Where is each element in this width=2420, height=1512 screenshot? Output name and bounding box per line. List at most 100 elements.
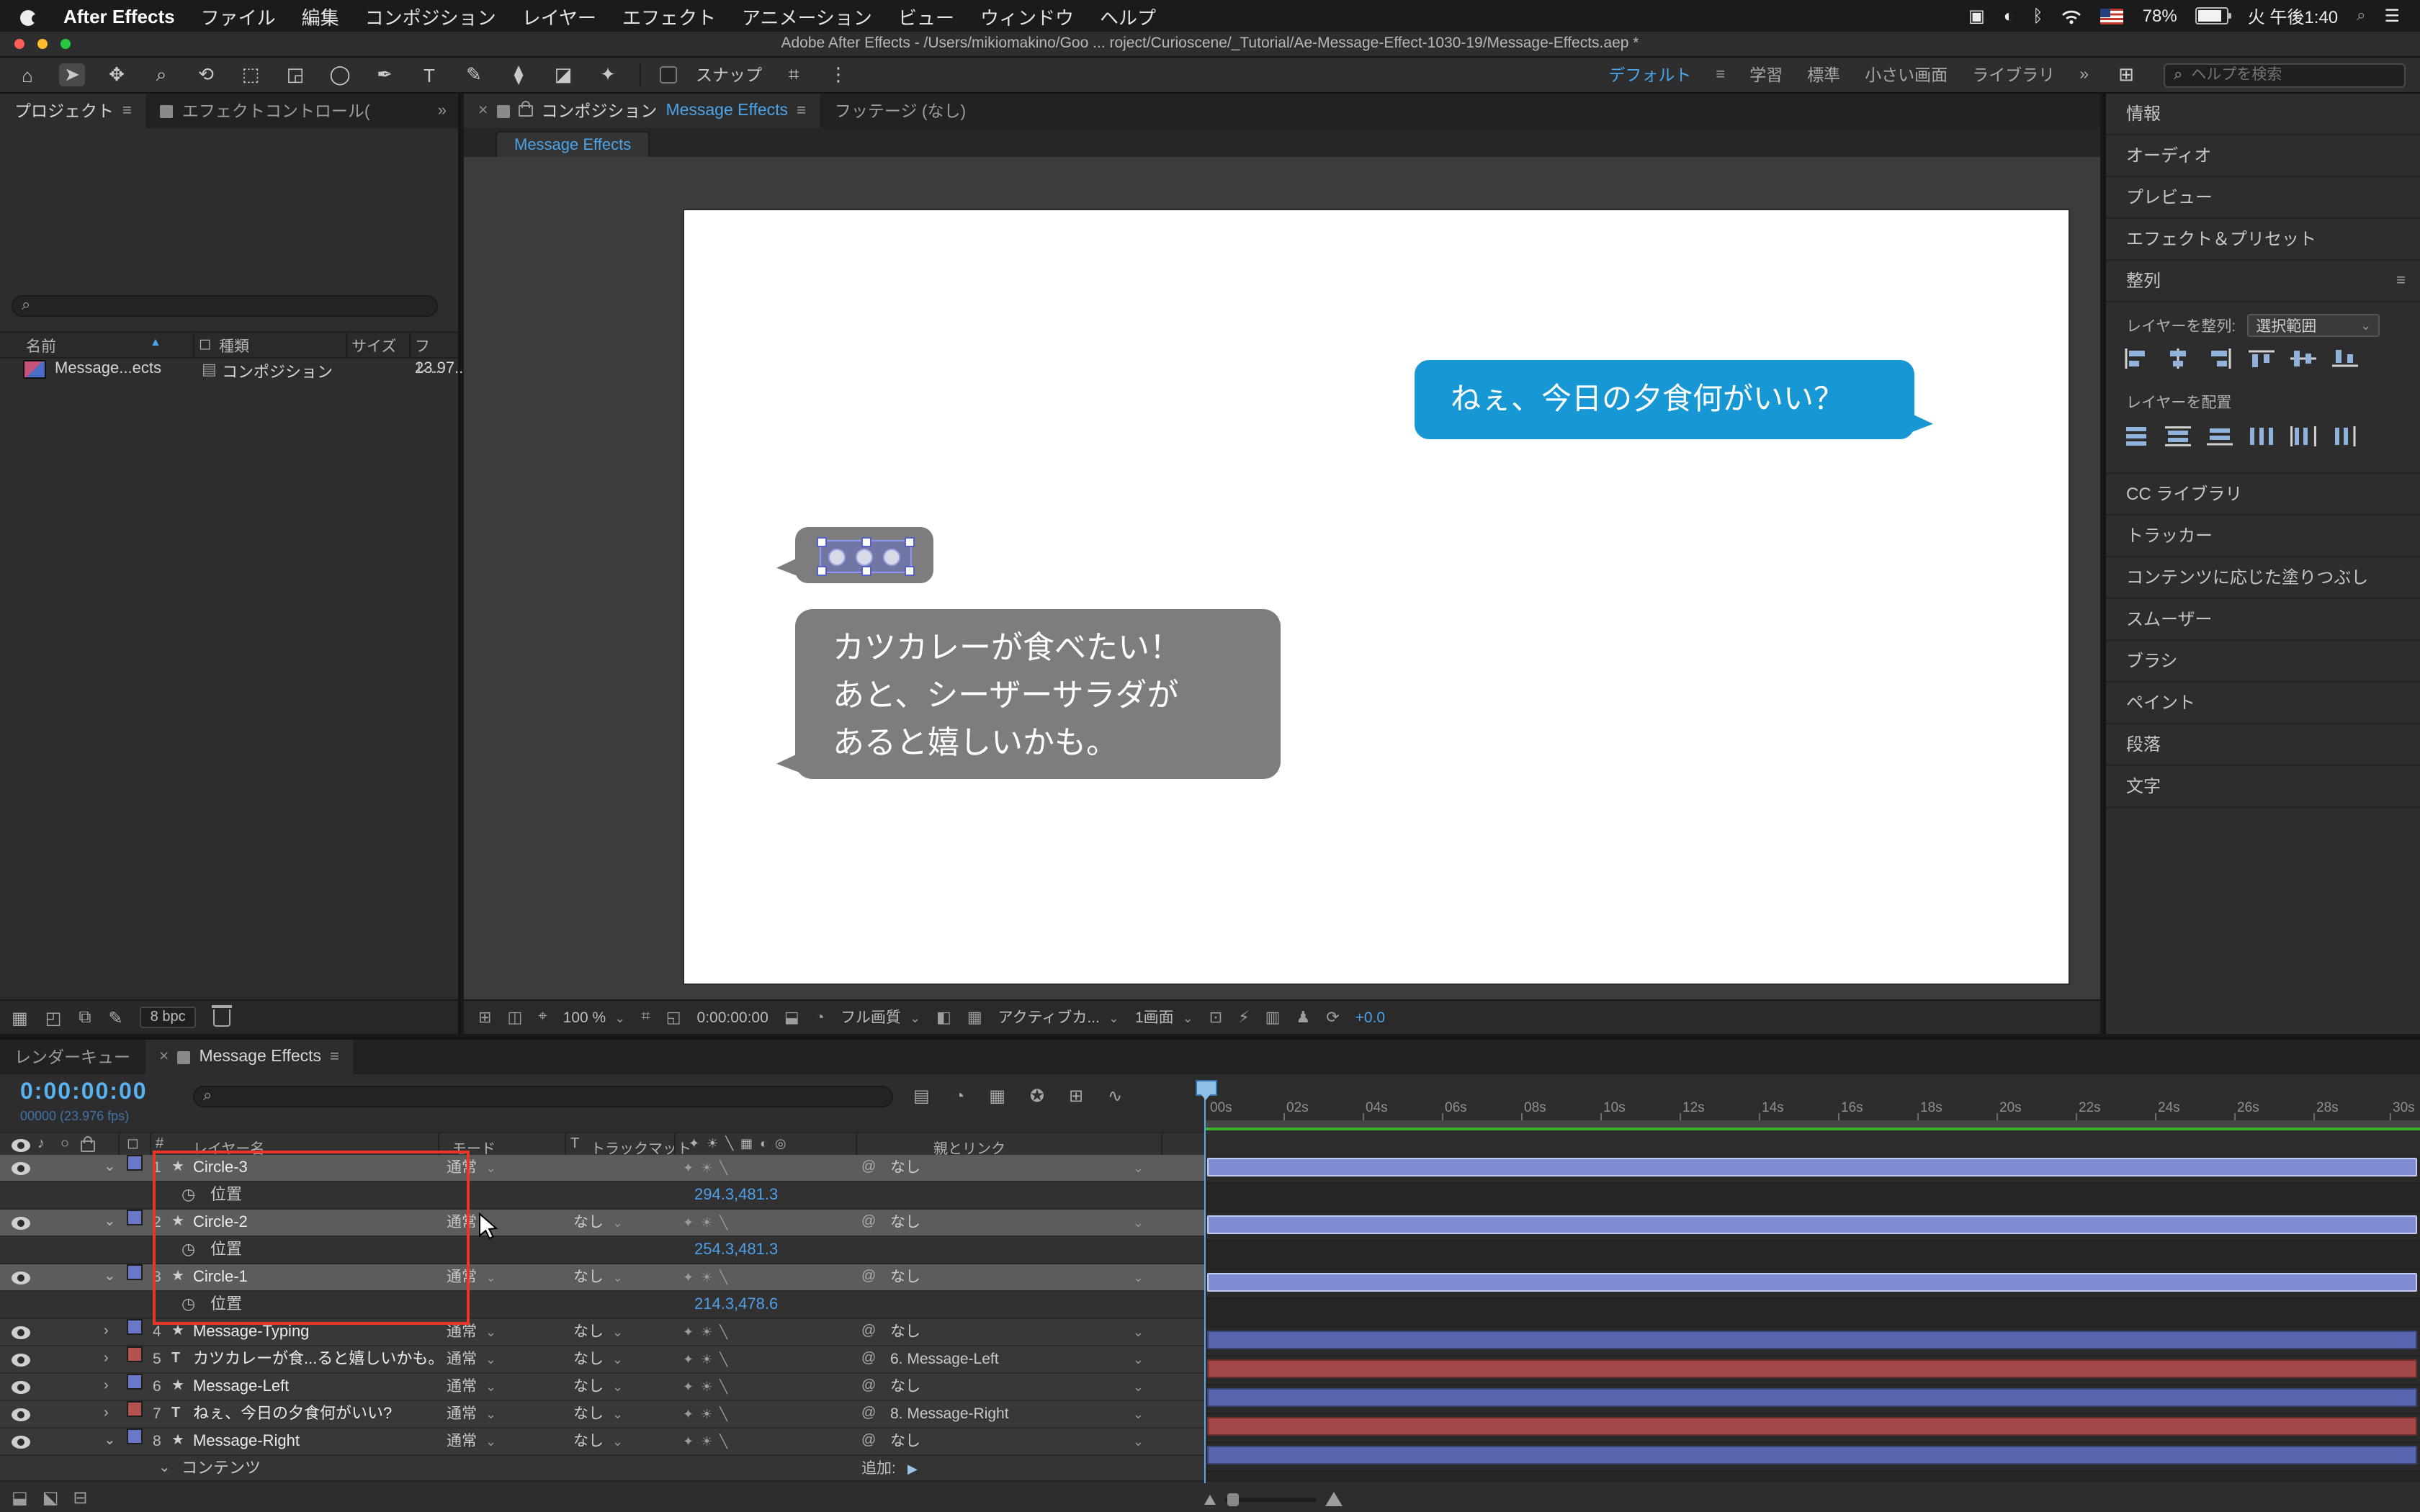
in-out-columns-icon[interactable]: ⊟	[73, 1487, 87, 1507]
label-color-swatch[interactable]	[127, 1155, 143, 1171]
layer-row-text-right[interactable]: 7 T ねぇ、今日の夕食何がいい? 通常⌄ なし⌄ ✦☀╲ @ 8. Messa…	[0, 1401, 1204, 1428]
parent-select[interactable]: 8. Message-Right ⌄	[890, 1401, 1155, 1427]
track-row[interactable]	[1204, 1414, 2420, 1443]
label-color-swatch[interactable]	[127, 1264, 143, 1280]
visibility-eye-icon[interactable]	[12, 1272, 30, 1284]
label-color-swatch[interactable]	[127, 1428, 143, 1444]
track-matte-select[interactable]: なし ⌄	[573, 1210, 623, 1236]
layer-bar-message-right[interactable]	[1207, 1446, 2417, 1464]
layer-name[interactable]: カツカレーが食...ると嬉しいかも。	[193, 1346, 435, 1372]
track-row[interactable]	[1204, 1356, 2420, 1385]
app-menu[interactable]: After Effects	[63, 5, 175, 27]
selection-handle[interactable]	[861, 537, 871, 547]
workspace-bar-icon[interactable]: ⊞	[2113, 63, 2139, 86]
track-matte-select[interactable]: なし ⌄	[573, 1319, 623, 1345]
zoom-window-button[interactable]	[60, 39, 71, 49]
visibility-eye-icon[interactable]	[12, 1217, 30, 1230]
layer-switches[interactable]: ✦☀╲	[683, 1319, 735, 1345]
camera-select[interactable]: アクティブカ... ⌄	[998, 1007, 1119, 1028]
timeline-search-input[interactable]	[218, 1084, 858, 1109]
app-status-icon[interactable]: ◐	[2004, 6, 2015, 26]
menu-layer[interactable]: レイヤー	[522, 2, 596, 30]
track-matte-select[interactable]: なし ⌄	[573, 1428, 623, 1454]
pickwhip-icon[interactable]: @	[861, 1210, 876, 1236]
layer-name[interactable]: Circle-1	[193, 1264, 248, 1290]
home-icon[interactable]: ⌂	[14, 64, 40, 86]
blend-mode-select[interactable]: 通常 ⌄	[447, 1374, 496, 1400]
expand-transform-icon[interactable]: ⬕	[42, 1487, 59, 1507]
pen-tool-icon[interactable]: ✒	[372, 63, 398, 86]
tab-timeline-message-effects[interactable]: × Message Effects ≡	[145, 1040, 354, 1074]
track-matte-select[interactable]: なし ⌄	[573, 1401, 623, 1427]
zoom-out-icon[interactable]	[1204, 1494, 1216, 1504]
expand-arrow-icon[interactable]	[104, 1374, 109, 1400]
menu-help[interactable]: ヘルプ	[1100, 2, 1156, 30]
track-row[interactable]	[1204, 1443, 2420, 1472]
property-name[interactable]: 位置	[210, 1182, 242, 1208]
layer-name[interactable]: Circle-2	[193, 1210, 248, 1236]
panel-preview[interactable]: プレビュー	[2106, 177, 2420, 219]
zoom-in-icon[interactable]	[1325, 1492, 1343, 1506]
track-area[interactable]	[1204, 1155, 2420, 1500]
minimize-window-button[interactable]	[37, 39, 48, 49]
layer-row-circle-2[interactable]: 2 ★ Circle-2 通常⌄ なし⌄ ✦☀╲ @ なし⌄	[0, 1210, 1204, 1237]
control-center-icon[interactable]: ☰	[2384, 6, 2400, 26]
layer-switches[interactable]: ✦☀╲	[683, 1155, 735, 1181]
snap-checkbox[interactable]	[660, 66, 677, 84]
new-composition-icon[interactable]: ⧉	[79, 1007, 91, 1028]
transparency-grid-icon[interactable]: ▦	[967, 1008, 982, 1027]
timeline-zoom-control[interactable]	[1204, 1492, 1343, 1506]
stopwatch-icon[interactable]: ◷	[182, 1182, 195, 1208]
menu-edit[interactable]: 編集	[302, 2, 339, 30]
distribute-right-icon[interactable]	[2332, 426, 2358, 446]
panel-audio[interactable]: オーディオ	[2106, 135, 2420, 177]
current-timecode[interactable]: 0:00:00:00	[20, 1080, 148, 1106]
selection-handle[interactable]	[817, 566, 827, 576]
layer-name[interactable]: Message-Right	[193, 1428, 300, 1454]
pickwhip-icon[interactable]: @	[861, 1346, 876, 1372]
close-icon[interactable]: ×	[159, 1048, 169, 1066]
expand-arrow-icon[interactable]	[104, 1264, 116, 1290]
add-property-button[interactable]: ▶	[908, 1456, 918, 1482]
ruler-icon[interactable]: ⌖	[538, 1008, 547, 1027]
panel-align[interactable]: 整列 ≡	[2106, 261, 2420, 302]
label-color-swatch[interactable]	[127, 1401, 143, 1417]
typing-bubble[interactable]	[776, 527, 933, 583]
align-scope-select[interactable]: 選択範囲 ⌄	[2247, 314, 2380, 337]
help-search-input[interactable]	[2188, 65, 2382, 85]
parent-select[interactable]: なし ⌄	[890, 1319, 1155, 1345]
parent-select[interactable]: なし ⌄	[890, 1264, 1155, 1290]
layer-switches[interactable]: ✦☀╲	[683, 1210, 735, 1236]
layer-bar-circle-2[interactable]	[1207, 1215, 2417, 1234]
toggle-switches-modes-icon[interactable]: ⬓	[12, 1487, 28, 1507]
label-color-swatch[interactable]	[127, 1374, 143, 1390]
expand-arrow-icon[interactable]	[104, 1210, 116, 1236]
track-matte-select[interactable]: なし ⌄	[573, 1374, 623, 1400]
pickwhip-icon[interactable]: @	[861, 1155, 876, 1181]
stopwatch-icon[interactable]: ◷	[182, 1292, 195, 1318]
distribute-horizontal-center-icon[interactable]	[2290, 426, 2316, 446]
tab-overflow-icon[interactable]: »	[438, 102, 447, 120]
track-row[interactable]	[1204, 1155, 2420, 1184]
parent-select[interactable]: なし ⌄	[890, 1374, 1155, 1400]
frame-blending-icon[interactable]: ▦	[989, 1086, 1005, 1106]
property-name[interactable]: 位置	[210, 1292, 242, 1318]
message-bubble-left[interactable]: カツカレーが食べたい！ あと、シーザーサラダが あると嬉しいかも。	[776, 609, 1281, 779]
visibility-eye-icon[interactable]	[12, 1354, 30, 1367]
lock-icon[interactable]	[518, 101, 533, 117]
pickwhip-icon[interactable]: @	[861, 1374, 876, 1400]
visibility-eye-icon[interactable]	[12, 1381, 30, 1394]
apple-menu-icon[interactable]	[20, 6, 40, 25]
shape-tool-icon[interactable]: ◯	[327, 63, 353, 86]
layer-row-text-left[interactable]: 5 T カツカレーが食...ると嬉しいかも。 通常⌄ なし⌄ ✦☀╲ @ 6. …	[0, 1346, 1204, 1374]
panel-paragraph[interactable]: 段落	[2106, 724, 2420, 766]
expand-arrow-icon[interactable]	[104, 1319, 109, 1345]
property-value[interactable]: 254.3,481.3	[694, 1237, 778, 1263]
layer-bar-circle-3[interactable]	[1207, 1158, 2417, 1176]
blend-mode-select[interactable]: 通常 ⌄	[447, 1428, 496, 1454]
blend-mode-select[interactable]: 通常 ⌄	[447, 1401, 496, 1427]
expand-arrow-icon[interactable]	[104, 1155, 116, 1181]
snap-options-icon[interactable]: ⌗	[781, 63, 807, 86]
timeline-search-box[interactable]: ⌕	[193, 1084, 893, 1109]
flowchart-icon[interactable]: ♟	[1296, 1008, 1310, 1027]
